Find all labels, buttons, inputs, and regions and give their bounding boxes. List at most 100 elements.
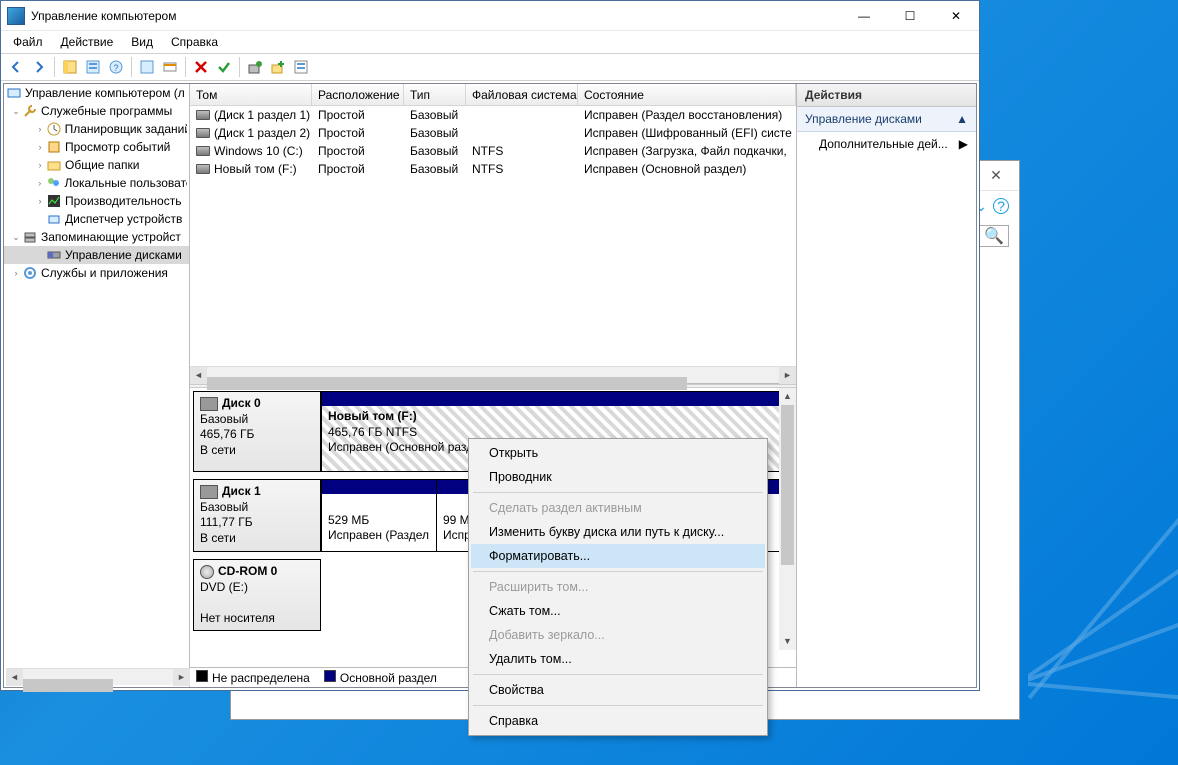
col-status[interactable]: Состояние [578,84,796,105]
volume-icon [196,146,210,156]
tree-performance[interactable]: › Производительность [4,192,189,210]
close-button[interactable]: ✕ [933,1,979,31]
tree-system-tools-label: Служебные программы [41,104,172,118]
volume-cell: (Диск 1 раздел 1) [190,108,312,122]
maximize-button[interactable]: ☐ [887,1,933,31]
tools-icon [22,103,38,119]
disk-icon [200,397,218,411]
partition-label: Новый том (F:) [328,409,417,423]
legend-unalloc-swatch [196,670,208,682]
actions-more[interactable]: Дополнительные дей... ▶ [797,132,976,156]
disk-1-partition-0[interactable]: 529 МБ Исправен (Раздел [322,480,436,551]
tree-disk-management[interactable]: › Управление дисками [4,246,189,264]
tree-storage[interactable]: ⌄ Запоминающие устройст [4,228,189,246]
tree-item-label: Планировщик заданий [65,122,187,136]
collapse-icon[interactable]: ⌄ [10,232,22,243]
ctx-shrink[interactable]: Сжать том... [471,599,765,623]
ctx-open[interactable]: Открыть [471,441,765,465]
volume-cell: Простой [312,144,404,158]
users-icon [45,175,61,191]
volume-row[interactable]: Windows 10 (C:)ПростойБазовыйNTFSИсправе… [190,142,796,160]
volume-cell: Новый том (F:) [190,162,312,176]
minimize-button[interactable]: — [841,1,887,31]
collapse-icon[interactable]: ⌄ [10,106,22,117]
menu-action[interactable]: Действие [53,33,122,51]
menu-file[interactable]: Файл [5,33,51,51]
help-button[interactable]: ? [105,56,127,78]
menu-help[interactable]: Справка [163,33,226,51]
ctx-extend: Расширить том... [471,575,765,599]
app-icon [7,7,25,25]
bg-help-icon[interactable]: ? [993,198,1009,214]
ctx-delete[interactable]: Удалить том... [471,647,765,671]
context-menu[interactable]: Открыть Проводник Сделать раздел активны… [468,438,768,736]
tree-local-users[interactable]: › Локальные пользовате [4,174,189,192]
tree-pane[interactable]: Управление компьютером (л ⌄ Служебные пр… [4,84,190,687]
titlebar: Управление компьютером — ☐ ✕ [1,1,979,31]
expand-icon[interactable]: › [34,142,46,152]
forward-button[interactable] [28,56,50,78]
new-volume-button[interactable] [244,56,266,78]
menu-view[interactable]: Вид [123,33,161,51]
volume-cell: Базовый [404,126,466,140]
ctx-change-letter[interactable]: Изменить букву диска или путь к диску... [471,520,765,544]
col-type[interactable]: Тип [404,84,466,105]
cdrom-name: CD-ROM 0 [218,564,277,578]
volume-cell: Простой [312,126,404,140]
delete-x-button[interactable] [190,56,212,78]
ctx-help[interactable]: Справка [471,709,765,733]
tree-hscroll[interactable]: ◄ ► [6,668,190,685]
ctx-explorer[interactable]: Проводник [471,465,765,489]
expand-icon[interactable]: › [34,124,46,134]
tree-event-viewer[interactable]: › Просмотр событий [4,138,189,156]
disk-1-info: Диск 1 Базовый 111,77 ГБ В сети [193,479,321,552]
volume-cell: (Диск 1 раздел 2) [190,126,312,140]
show-hide-tree-button[interactable] [59,56,81,78]
column-headers[interactable]: Том Расположение Тип Файловая система Со… [190,84,796,106]
expand-icon[interactable]: › [34,178,45,188]
tree-device-manager[interactable]: › Диспетчер устройств [4,210,189,228]
back-button[interactable] [5,56,27,78]
col-volume[interactable]: Том [190,84,312,105]
search-icon: 🔍 [984,226,1004,246]
collapse-icon[interactable]: ▲ [956,112,968,126]
actions-section[interactable]: Управление дисками ▲ [797,107,976,132]
refresh-button[interactable] [136,56,158,78]
legend-primary-swatch [324,670,336,682]
volume-row[interactable]: Новый том (F:)ПростойБазовыйNTFSИсправен… [190,160,796,178]
submenu-arrow-icon: ▶ [959,137,968,151]
col-layout[interactable]: Расположение [312,84,404,105]
expand-icon[interactable]: › [34,160,46,170]
properties-button[interactable] [82,56,104,78]
list-view-button[interactable] [290,56,312,78]
services-icon [22,265,38,281]
volume-cell: Базовый [404,162,466,176]
expand-icon[interactable]: › [10,268,22,278]
tree-shared-folders[interactable]: › Общие папки [4,156,189,174]
disk-0-size: 465,76 ГБ [200,427,314,443]
volume-row[interactable]: (Диск 1 раздел 1)ПростойБазовыйИсправен … [190,106,796,124]
ctx-format[interactable]: Форматировать... [471,544,765,568]
partition-status: Исправен (Раздел [328,528,429,542]
disk-mgmt-icon [46,247,62,263]
check-button[interactable] [213,56,235,78]
expand-icon[interactable]: › [34,196,46,206]
ctx-mirror: Добавить зеркало... [471,623,765,647]
settings-button[interactable] [159,56,181,78]
disk-vscroll[interactable]: ▲ ▼ [779,388,796,650]
tree-root[interactable]: Управление компьютером (л [4,84,189,102]
ctx-properties[interactable]: Свойства [471,678,765,702]
volume-cell: Исправен (Шифрованный (EFI) систе [578,126,796,140]
volume-cell: Исправен (Основной раздел) [578,162,796,176]
tree-task-scheduler[interactable]: › Планировщик заданий [4,120,189,138]
tree-system-tools[interactable]: ⌄ Служебные программы [4,102,189,120]
attach-vhd-button[interactable] [267,56,289,78]
volume-row[interactable]: (Диск 1 раздел 2)ПростойБазовый Исправен … [190,124,796,142]
vollist-hscroll[interactable]: ◄ ► [190,366,796,383]
disk-0-kind: Базовый [200,412,314,428]
volume-icon [196,164,210,174]
col-fs[interactable]: Файловая система [466,84,578,105]
computer-icon [6,85,22,101]
cdrom-kind: DVD (E:) [200,580,314,596]
tree-services-apps[interactable]: › Службы и приложения [4,264,189,282]
